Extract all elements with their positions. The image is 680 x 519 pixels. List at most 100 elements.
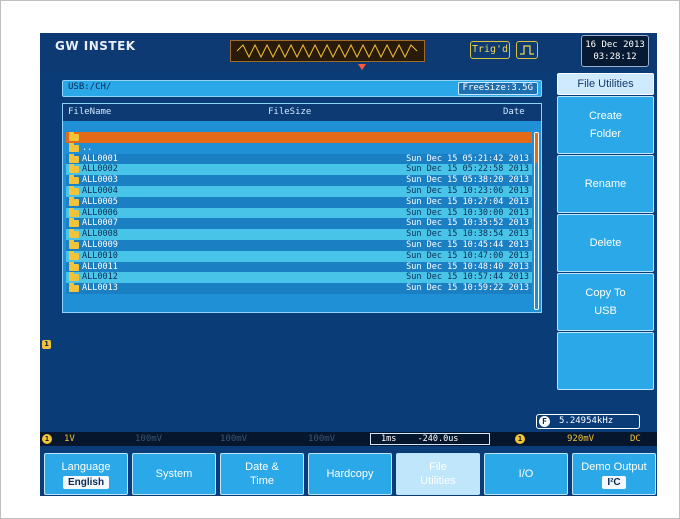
trigger-position-marker xyxy=(358,64,366,70)
file-utilities-button[interactable]: File Utilities xyxy=(396,453,480,495)
side-menu-empty-button[interactable] xyxy=(557,332,654,390)
rising-edge-icon xyxy=(516,41,538,59)
folder-up-icon xyxy=(69,132,79,141)
current-path: USB:/CH/ xyxy=(68,82,112,92)
date-time-button[interactable]: Date & Time xyxy=(220,453,304,495)
file-row[interactable]: ALL0004 Sun Dec 15 10:23:06 2013 xyxy=(66,185,532,197)
file-name: ALL0008 xyxy=(82,229,118,240)
channel-1-scale: 1V xyxy=(64,434,75,444)
demo-output-value: I²C xyxy=(602,475,626,489)
folder-icon xyxy=(69,218,79,228)
channel-3-scale: 100mV xyxy=(220,434,248,444)
file-row[interactable]: ALL0012 Sun Dec 15 10:57:44 2013 xyxy=(66,272,532,284)
file-name: ALL0011 xyxy=(82,261,118,272)
file-row[interactable]: ALL0002 Sun Dec 15 05:22:58 2013 xyxy=(66,164,532,176)
file-row-selected[interactable] xyxy=(66,132,532,143)
file-row[interactable]: ALL0013 Sun Dec 15 10:59:22 2013 xyxy=(66,283,532,294)
channel-1-badge: 1 xyxy=(42,434,52,444)
column-header-filesize: FileSize xyxy=(268,107,312,117)
bottom-menu: Language English System Date & Time Hard… xyxy=(44,453,656,495)
file-row[interactable]: ALL0001 Sun Dec 15 05:21:42 2013 xyxy=(66,153,532,165)
language-value: English xyxy=(62,475,110,489)
hardcopy-button[interactable]: Hardcopy xyxy=(308,453,392,495)
file-name: ALL0003 xyxy=(82,175,118,186)
copy-to-usb-button[interactable]: Copy To USB xyxy=(557,273,654,331)
folder-icon xyxy=(69,175,79,185)
column-header-date: Date xyxy=(503,107,525,117)
file-row[interactable]: ALL0003 Sun Dec 15 05:38:20 2013 xyxy=(66,175,532,186)
date-text: 16 Dec 2013 xyxy=(585,40,645,50)
folder-icon xyxy=(69,283,79,293)
demo-output-label: Demo Output xyxy=(581,460,647,473)
delete-button[interactable]: Delete xyxy=(557,214,654,272)
brand-logo: GW INSTEK xyxy=(55,39,136,53)
folder-icon xyxy=(69,272,79,282)
file-name: ALL0002 xyxy=(82,164,118,175)
system-button[interactable]: System xyxy=(132,453,216,495)
file-name: ALL0007 xyxy=(82,218,118,229)
file-row[interactable]: ALL0005 Sun Dec 15 10:27:04 2013 xyxy=(66,196,532,208)
file-date: Sun Dec 15 10:35:52 2013 xyxy=(406,218,529,229)
scrollbar-thumb[interactable] xyxy=(535,133,538,163)
channel-4-scale: 100mV xyxy=(308,434,336,444)
channel-status-row: 1 1V 100mV 100mV 100mV 1ms -240.0us 1 92… xyxy=(40,432,657,446)
file-date: Sun Dec 15 05:38:20 2013 xyxy=(406,175,529,186)
trigger-level: 920mV xyxy=(567,434,595,444)
folder-icon xyxy=(69,164,79,174)
file-row-parent[interactable]: .. xyxy=(66,142,532,154)
horizontal-position: -240.0us xyxy=(417,434,459,444)
waveform-overview xyxy=(230,40,425,62)
folder-icon xyxy=(69,239,79,249)
file-name: ALL0005 xyxy=(82,196,118,207)
folder-icon xyxy=(69,185,79,195)
trigger-status: Trig'd xyxy=(470,41,510,59)
timebase-value: 1ms xyxy=(381,434,397,444)
free-size-badge: FreeSize:3.5G xyxy=(457,82,538,95)
channel-1-ground-marker: 1 xyxy=(42,340,51,349)
file-browser: FileName FileSize Date .. ALL0001 Sun Dec… xyxy=(62,103,542,313)
channel-2-scale: 100mV xyxy=(135,434,163,444)
file-date: Sun Dec 15 10:30:00 2013 xyxy=(406,207,529,218)
folder-icon xyxy=(69,261,79,271)
file-date: Sun Dec 15 10:48:40 2013 xyxy=(406,261,529,272)
folder-icon xyxy=(69,207,79,217)
path-bar: USB:/CH/ FreeSize:3.5G xyxy=(62,80,542,97)
file-list-scrollbar[interactable] xyxy=(534,132,539,310)
io-button[interactable]: I/O xyxy=(484,453,568,495)
language-button[interactable]: Language English xyxy=(44,453,128,495)
folder-icon xyxy=(69,142,79,152)
file-name: ALL0006 xyxy=(82,207,118,218)
file-row[interactable]: ALL0008 Sun Dec 15 10:38:54 2013 xyxy=(66,229,532,240)
file-row[interactable]: ALL0011 Sun Dec 15 10:48:40 2013 xyxy=(66,261,532,273)
file-row[interactable]: ALL0010 Sun Dec 15 10:47:00 2013 xyxy=(66,250,532,262)
file-date: Sun Dec 15 10:27:04 2013 xyxy=(406,196,529,207)
folder-icon xyxy=(69,229,79,239)
file-name: ALL0009 xyxy=(82,239,118,250)
demo-output-button[interactable]: Demo Output I²C xyxy=(572,453,656,495)
file-row[interactable]: ALL0009 Sun Dec 15 10:45:44 2013 xyxy=(66,239,532,251)
file-name: .. xyxy=(82,142,93,153)
top-status-bar: GW INSTEK Trig'd 16 Dec 2013 03:28:12 xyxy=(40,33,657,71)
file-date: Sun Dec 15 10:57:44 2013 xyxy=(406,272,529,283)
file-row[interactable]: ALL0006 Sun Dec 15 10:30:00 2013 xyxy=(66,207,532,219)
file-name: ALL0010 xyxy=(82,250,118,261)
file-date: Sun Dec 15 10:59:22 2013 xyxy=(406,283,529,294)
rename-button[interactable]: Rename xyxy=(557,155,654,213)
file-name: ALL0004 xyxy=(82,185,118,196)
file-list: .. ALL0001 Sun Dec 15 05:21:42 2013 ALL00… xyxy=(66,132,532,294)
file-date: Sun Dec 15 10:38:54 2013 xyxy=(406,229,529,240)
file-list-header: FileName FileSize Date xyxy=(63,104,541,121)
folder-icon xyxy=(69,250,79,260)
oscilloscope-screen: GW INSTEK Trig'd 16 Dec 2013 03:28:12 US… xyxy=(40,33,657,496)
time-text: 03:28:12 xyxy=(593,52,637,62)
file-name: ALL0013 xyxy=(82,283,118,294)
file-date: Sun Dec 15 10:47:00 2013 xyxy=(406,250,529,261)
coupling-mode: DC xyxy=(630,434,641,444)
create-folder-button[interactable]: Create Folder xyxy=(557,96,654,154)
file-name: ALL0001 xyxy=(82,153,118,164)
folder-icon xyxy=(69,153,79,163)
folder-icon xyxy=(69,196,79,206)
language-label: Language xyxy=(61,460,111,473)
file-row[interactable]: ALL0007 Sun Dec 15 10:35:52 2013 xyxy=(66,218,532,230)
date-time-display: 16 Dec 2013 03:28:12 xyxy=(581,35,649,67)
